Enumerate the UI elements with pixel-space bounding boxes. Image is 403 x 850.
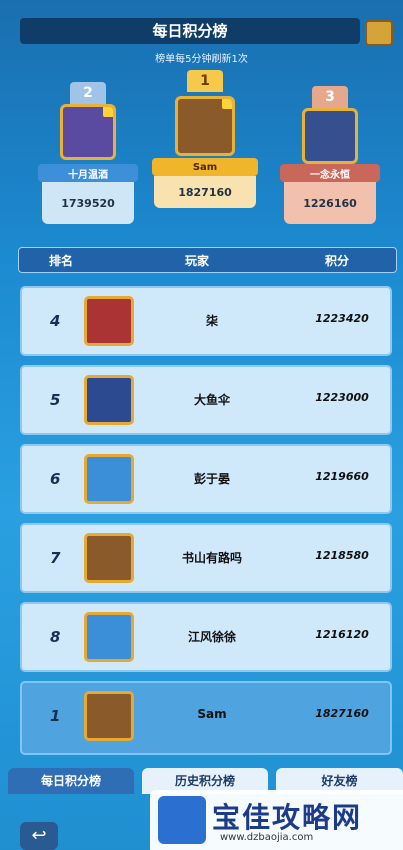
table-row[interactable]: 5 大鱼伞 1223000 xyxy=(20,365,392,435)
watermark: 宝佳攻略网 www.dzbaojia.com xyxy=(150,790,403,850)
col-score: 积分 xyxy=(325,254,350,268)
player-name: 一念永恒 xyxy=(280,164,380,182)
back-arrow-icon: ↩ xyxy=(31,825,47,846)
row-score: 1223000 xyxy=(315,391,369,404)
refresh-note: 榜单每5分钟刷新1次 xyxy=(155,54,248,65)
table-row[interactable]: 4 柒 1223420 xyxy=(20,286,392,356)
crown-icon: 2 xyxy=(70,82,106,104)
watermark-text: 宝佳攻略网 xyxy=(212,801,363,834)
avatar xyxy=(84,296,134,346)
podium-rank-2[interactable]: 2 十月温酒 1739520 xyxy=(38,82,138,232)
row-name: Sam xyxy=(197,707,227,721)
row-name: 柒 xyxy=(205,314,218,328)
player-score: 1827160 xyxy=(154,176,256,208)
row-score: 1223420 xyxy=(315,312,369,325)
player-score: 1226160 xyxy=(284,182,376,224)
player-name: Sam xyxy=(152,158,258,176)
table-row[interactable]: 7 书山有路吗 1218580 xyxy=(20,523,392,593)
table-row[interactable]: 6 彭于晏 1219660 xyxy=(20,444,392,514)
tab-daily[interactable]: 每日积分榜 xyxy=(8,768,134,794)
player-name: 十月温酒 xyxy=(38,164,138,182)
thumbs-up-icon xyxy=(158,796,206,844)
row-rank: 7 xyxy=(50,549,61,567)
row-rank: 8 xyxy=(50,628,61,646)
col-rank: 排名 xyxy=(49,254,74,268)
row-rank: 4 xyxy=(50,312,61,330)
player-score: 1739520 xyxy=(42,182,134,224)
row-name: 书山有路吗 xyxy=(181,551,242,565)
avatar xyxy=(84,375,134,425)
row-score: 1218580 xyxy=(315,549,369,562)
avatar xyxy=(84,454,134,504)
row-rank: 6 xyxy=(50,470,61,488)
avatar xyxy=(175,96,235,156)
row-name: 江风徐徐 xyxy=(187,630,236,644)
avatar xyxy=(84,691,134,741)
podium-rank-1[interactable]: 1 Sam 1827160 xyxy=(150,68,260,218)
avatar xyxy=(84,612,134,662)
col-player: 玩家 xyxy=(185,254,210,268)
row-score: 1219660 xyxy=(315,470,369,483)
row-name: 彭于晏 xyxy=(193,472,230,486)
crown-icon: 1 xyxy=(187,70,223,92)
my-rank-row[interactable]: 1 Sam 1827160 xyxy=(20,681,392,755)
row-rank: 1 xyxy=(50,707,61,725)
page-title: 每日积分榜 xyxy=(20,18,360,44)
column-header: 排名 玩家 积分 xyxy=(18,247,397,273)
crown-icon: 3 xyxy=(312,86,348,108)
chest-icon[interactable] xyxy=(365,20,393,46)
podium-rank-3[interactable]: 3 一念永恒 1226160 xyxy=(280,86,380,236)
watermark-url: www.dzbaojia.com xyxy=(220,832,314,843)
avatar xyxy=(302,108,358,164)
row-score: 1827160 xyxy=(315,707,369,720)
leaderboard-list[interactable]: 4 柒 1223420 5 大鱼伞 1223000 6 彭于晏 1219660 … xyxy=(20,286,392,764)
table-row[interactable]: 8 江风徐徐 1216120 xyxy=(20,602,392,672)
avatar xyxy=(60,104,116,160)
avatar xyxy=(84,533,134,583)
back-button[interactable]: ↩ xyxy=(20,822,58,850)
row-name: 大鱼伞 xyxy=(193,393,230,407)
row-rank: 5 xyxy=(50,391,61,409)
row-score: 1216120 xyxy=(315,628,369,641)
